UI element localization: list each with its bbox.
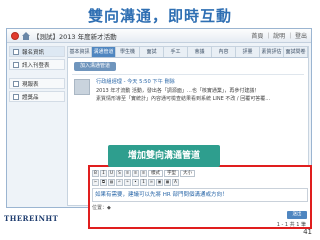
tab-students[interactable]: 學生機 <box>116 47 140 57</box>
message-input[interactable]: 如果有需要，建議可以先將 HR 部門問個溝通或方向！ <box>92 188 308 202</box>
sidebar-item-label: 證獎品 <box>22 94 39 101</box>
image-icon[interactable]: ▣ <box>156 179 163 186</box>
sidebar-item-report[interactable]: 現報表 <box>9 78 65 89</box>
tab-interview[interactable]: 面試 <box>140 47 164 57</box>
sidebar-item-registration[interactable]: 報名資訊 <box>9 46 65 57</box>
bold-icon[interactable]: B <box>92 170 99 177</box>
tab-meeting[interactable]: 會議 <box>188 47 212 57</box>
form-icon <box>13 61 19 68</box>
sidebar-item-label: 現報表 <box>22 81 39 88</box>
strike-icon[interactable]: S <box>116 170 123 177</box>
numbered-list-icon[interactable]: 1 <box>140 179 147 186</box>
tab-communication[interactable]: 溝通管道 <box>92 47 116 57</box>
page-number: 41 <box>303 228 312 236</box>
callout-label: 增加雙向溝通管道 <box>108 145 220 167</box>
message-editor: B I U S ≡ ≡ ≡ 樣式 字型 大小 ✂ ⧉ ▤ ↶ ↷ • 1 ∞ ▣… <box>88 165 312 229</box>
style-select[interactable]: 樣式 <box>148 170 163 177</box>
sidebar-item-label: 報名資訊 <box>22 49 45 56</box>
tab-survey[interactable]: 面試問卷 <box>284 47 308 57</box>
sidebar-item-listing[interactable]: 訊入刊登表 <box>9 59 65 70</box>
align-right-icon[interactable]: ≡ <box>140 170 147 177</box>
brand-logo: THEREINHT <box>4 214 59 223</box>
table-icon[interactable]: ▦ <box>164 179 171 186</box>
pagination[interactable]: 1 - 1 共 1 筆 <box>277 221 306 228</box>
info-icon <box>13 48 19 55</box>
add-channel-button[interactable]: 加入溝通管道 <box>74 62 117 71</box>
editor-toolbar: B I U S ≡ ≡ ≡ 樣式 字型 大小 ✂ ⧉ ▤ ↶ ↷ • 1 ∞ ▣… <box>92 169 308 187</box>
post-text: 素質情形導至「實統計」內容通可檢查結果看到系統 LINE 不改 / 回覆可答覆… <box>96 96 271 102</box>
paste-icon[interactable]: ▤ <box>108 179 115 186</box>
submit-button[interactable]: 送出 <box>287 211 307 219</box>
prize-icon <box>13 93 19 100</box>
undo-icon[interactable]: ↶ <box>116 179 123 186</box>
tab-bar: 基本資訊 溝通管道 學生機 面試 手工 會議 內容 評量 素質評估 面試問卷 <box>68 47 308 58</box>
tab-basic-info[interactable]: 基本資訊 <box>68 47 92 57</box>
link-icon[interactable]: ∞ <box>148 179 155 186</box>
size-select[interactable]: 大小 <box>180 170 195 177</box>
cut-icon[interactable]: ✂ <box>92 179 99 186</box>
underline-icon[interactable]: U <box>108 170 115 177</box>
message-post: 行政組經理 - 今天 5:50 下午 刪除 2013 年才流動 活動，發出各「調… <box>72 74 304 108</box>
sidebar-item-label: 訊入刊登表 <box>22 62 50 69</box>
app-title: 【測試】2013 年度新才活動 <box>33 33 117 41</box>
tab-evaluation[interactable]: 評量 <box>236 47 260 57</box>
avatar <box>74 79 90 95</box>
list-icon[interactable]: • <box>132 179 139 186</box>
slide-title: 雙向溝通，即時互動 <box>87 7 232 25</box>
color-icon[interactable]: A <box>172 179 179 186</box>
italic-icon[interactable]: I <box>100 170 107 177</box>
sidebar-item-prize[interactable]: 證獎品 <box>9 91 65 102</box>
align-left-icon[interactable]: ≡ <box>124 170 131 177</box>
post-text: 2013 年才流動 活動，發出各「調源面」…也「核實通業」，再參付建議！ <box>96 88 260 94</box>
app-header: 【測試】2013 年度新才活動 首頁 ｜ 說明 ｜ 登出 <box>7 29 311 43</box>
tab-content[interactable]: 內容 <box>212 47 236 57</box>
header-links[interactable]: 首頁 ｜ 說明 ｜ 登出 <box>251 31 307 40</box>
font-select[interactable]: 字型 <box>164 170 179 177</box>
home-icon[interactable] <box>22 32 30 40</box>
copy-icon[interactable]: ⧉ <box>100 179 107 186</box>
editor-footer: 位置：◆ <box>92 205 111 211</box>
app-logo <box>11 32 19 40</box>
redo-icon[interactable]: ↷ <box>124 179 131 186</box>
post-meta[interactable]: 行政組經理 - 今天 5:50 下午 刪除 <box>96 78 175 85</box>
tab-quality[interactable]: 素質評估 <box>260 47 284 57</box>
align-center-icon[interactable]: ≡ <box>132 170 139 177</box>
sidebar: 報名資訊 訊入刊登表 現報表 證獎品 <box>9 46 65 206</box>
report-icon <box>13 80 19 87</box>
tab-manual[interactable]: 手工 <box>164 47 188 57</box>
